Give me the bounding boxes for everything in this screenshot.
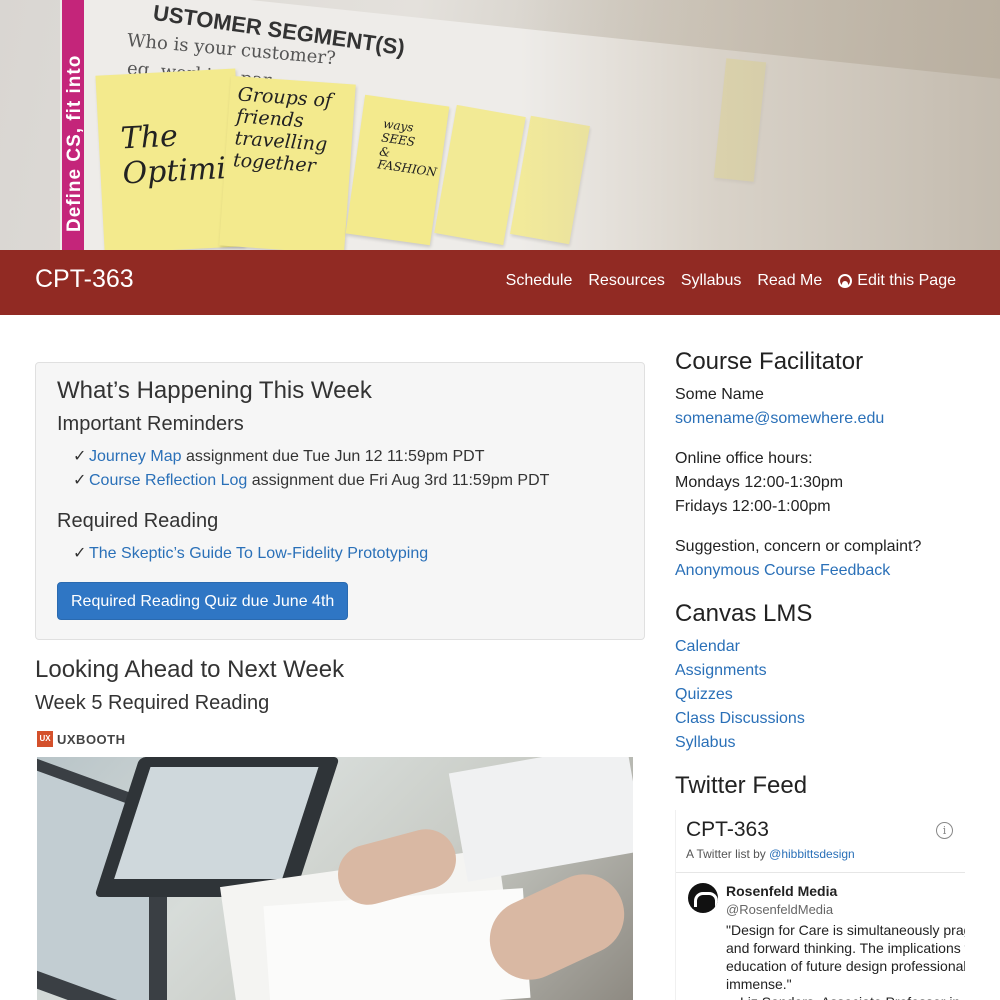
reminders-list: ✓ Journey Map assignment due Tue Jun 12 1… (73, 445, 549, 493)
reminder-text: assignment due Fri Aug 3rd 11:59pm PDT (247, 472, 550, 489)
uxbooth-icon: UX (37, 731, 53, 747)
hero-fade (520, 0, 1000, 250)
required-reading-heading: Required Reading (57, 510, 219, 532)
check-icon: ✓ (73, 545, 87, 562)
list-item: ✓ Course Reflection Log assignment due Fr… (73, 469, 549, 493)
facilitator-name: Some Name (675, 386, 764, 403)
canvas-syllabus-link[interactable]: Syllabus (675, 734, 735, 752)
reminders-heading: Important Reminders (57, 413, 244, 435)
nav-syllabus[interactable]: Syllabus (681, 272, 741, 290)
nav-read-me[interactable]: Read Me (757, 272, 822, 290)
reading-link[interactable]: The Skeptic’s Guide To Low-Fidelity Prot… (89, 545, 428, 562)
canvas-assignments-link[interactable]: Assignments (675, 662, 767, 680)
journey-map-link[interactable]: Journey Map (89, 448, 182, 465)
twitter-widget[interactable]: CPT-363 i A Twitter list by @hibbittsdes… (675, 810, 965, 1000)
reminder-text: assignment due Tue Jun 12 11:59pm PDT (181, 448, 485, 465)
reading-list: ✓ The Skeptic’s Guide To Low-Fidelity Pro… (73, 542, 428, 566)
sticky-note: Groups of friends travelling together (219, 75, 356, 250)
quiz-button[interactable]: Required Reading Quiz due June 4th (57, 582, 349, 620)
site-brand[interactable]: CPT-363 (35, 265, 134, 294)
list-item: ✓ The Skeptic’s Guide To Low-Fidelity Pro… (73, 542, 428, 566)
uxbooth-logo[interactable]: UX UXBOOTH (37, 731, 126, 747)
tweet-author-name[interactable]: Rosenfeld Media (726, 883, 837, 899)
nav-edit-page-label: Edit this Page (857, 272, 956, 289)
office-hours-label: Online office hours: (675, 450, 813, 467)
twitter-heading: Twitter Feed (675, 772, 808, 799)
feedback-link[interactable]: Anonymous Course Feedback (675, 562, 890, 580)
this-week-card: What’s Happening This Week Important Rem… (35, 362, 645, 640)
canvas-discussions-link[interactable]: Class Discussions (675, 710, 805, 728)
sticky-note-text: Groups of friends travelling together (232, 83, 333, 177)
this-week-title: What’s Happening This Week (57, 377, 372, 404)
article-image[interactable] (37, 757, 633, 1000)
nav-schedule[interactable]: Schedule (506, 272, 573, 290)
week5-reading-heading: Week 5 Required Reading (35, 692, 270, 714)
hero-vertical-text: Define CS, fit into (64, 54, 85, 232)
nav-resources[interactable]: Resources (588, 272, 664, 290)
reflection-log-link[interactable]: Course Reflection Log (89, 472, 247, 489)
sticky-note-text: ways SEES & FASHION (376, 116, 438, 180)
check-icon: ✓ (73, 448, 87, 465)
next-week-title: Looking Ahead to Next Week (35, 656, 345, 683)
tweet-text: "Design for Care is simultaneously prag … (726, 922, 965, 1000)
navbar: CPT-363 Schedule Resources Syllabus Read… (0, 250, 1000, 315)
twitter-byline-handle[interactable]: @hibbittsdesign (769, 847, 855, 861)
office-hours-monday: Mondays 12:00-1:30pm (675, 474, 844, 491)
list-item: ✓ Journey Map assignment due Tue Jun 12 1… (73, 445, 549, 469)
nav-edit-page[interactable]: Edit this Page (838, 272, 956, 290)
twitter-list-title[interactable]: CPT-363 (686, 818, 769, 842)
tweet-author-handle[interactable]: @RosenfeldMedia (726, 902, 833, 917)
sleeve-graphic (448, 757, 633, 882)
canvas-quizzes-link[interactable]: Quizzes (675, 686, 733, 704)
github-icon (838, 274, 853, 288)
twitter-byline: A Twitter list by @hibbittsdesign (686, 847, 855, 861)
divider (676, 872, 965, 873)
info-icon[interactable]: i (936, 822, 953, 839)
uxbooth-name: UXBOOTH (57, 731, 126, 747)
nav-links: Schedule Resources Syllabus Read Me Edit… (506, 272, 956, 290)
facilitator-heading: Course Facilitator (675, 348, 864, 375)
feedback-prompt: Suggestion, concern or complaint? (675, 538, 922, 555)
canvas-calendar-link[interactable]: Calendar (675, 638, 740, 656)
hero-banner: Define CS, fit into USTOMER SEGMENT(S) W… (0, 0, 1000, 250)
check-icon: ✓ (73, 472, 87, 489)
facilitator-email[interactable]: somename@somewhere.edu (675, 410, 884, 428)
office-hours-friday: Fridays 12:00-1:00pm (675, 498, 831, 515)
avatar[interactable] (688, 883, 718, 913)
canvas-heading: Canvas LMS (675, 600, 813, 627)
twitter-byline-prefix: A Twitter list by (686, 847, 770, 861)
